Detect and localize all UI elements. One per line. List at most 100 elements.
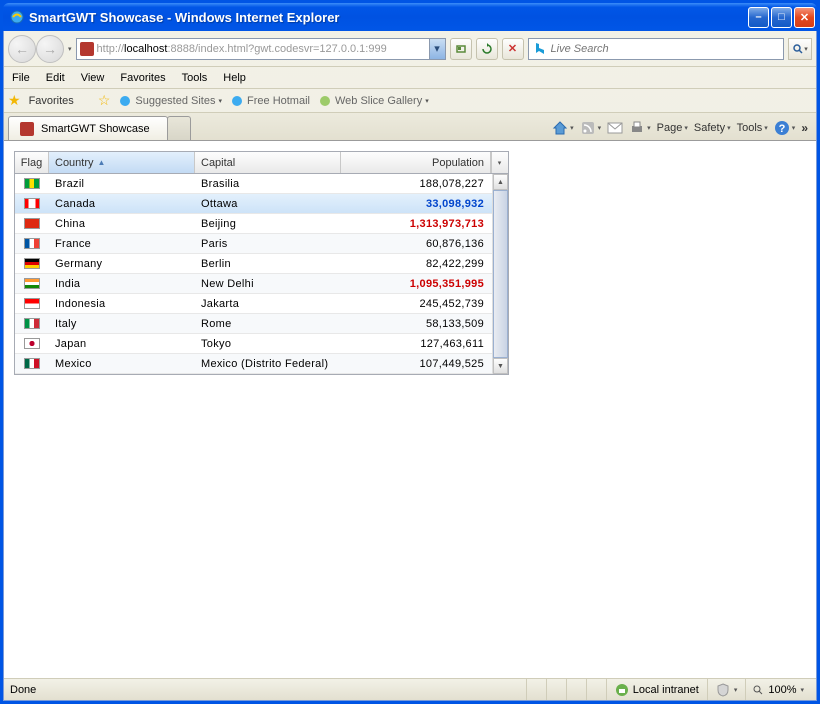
zoom-icon xyxy=(752,684,764,696)
scroll-down-button[interactable]: ▼ xyxy=(493,358,508,374)
add-favorite-icon[interactable]: ☆ xyxy=(98,92,111,109)
feeds-button[interactable]: ▾ xyxy=(580,120,602,136)
col-header-flag[interactable]: Flag xyxy=(15,152,49,173)
refresh-button[interactable] xyxy=(476,38,498,60)
back-button[interactable]: ← xyxy=(8,35,36,63)
table-row[interactable]: ChinaBeijing1,313,973,713 xyxy=(15,214,492,234)
menu-favorites[interactable]: Favorites xyxy=(120,72,165,84)
print-button[interactable]: ▾ xyxy=(629,120,651,136)
table-row[interactable]: JapanTokyo127,463,611 xyxy=(15,334,492,354)
favorites-star-icon[interactable]: ★ xyxy=(8,92,21,109)
flag-cell xyxy=(15,294,49,313)
flag-cell xyxy=(15,274,49,293)
flag-cell xyxy=(15,234,49,253)
ie-small-icon xyxy=(230,94,244,108)
table-row[interactable]: BrazilBrasilia188,078,227 xyxy=(15,174,492,194)
minimize-button[interactable]: – xyxy=(748,7,769,28)
nav-toolbar: ← → ▾ http://localhost:8888/index.html?g… xyxy=(4,31,816,67)
capital-cell: Mexico (Distrito Federal) xyxy=(195,354,341,373)
ie-small-icon xyxy=(118,94,132,108)
site-icon xyxy=(80,42,94,56)
population-cell: 1,313,973,713 xyxy=(341,214,491,233)
home-button[interactable]: ▾ xyxy=(552,120,574,136)
search-box[interactable] xyxy=(528,38,784,60)
address-bar[interactable]: http://localhost:8888/index.html?gwt.cod… xyxy=(76,38,446,60)
capital-cell: Rome xyxy=(195,314,341,333)
country-cell: Canada xyxy=(49,194,195,213)
zoom-control[interactable]: 100% ▾ xyxy=(745,679,810,700)
table-row[interactable]: IndiaNew Delhi1,095,351,995 xyxy=(15,274,492,294)
stop-button[interactable]: ✕ xyxy=(502,38,524,60)
window-title: SmartGWT Showcase - Windows Internet Exp… xyxy=(29,10,748,25)
capital-cell: Paris xyxy=(195,234,341,253)
address-text: http://localhost:8888/index.html?gwt.cod… xyxy=(97,43,429,55)
flag-icon xyxy=(24,358,40,369)
search-go-button[interactable]: ▾ xyxy=(788,38,812,60)
protected-mode[interactable]: ▾ xyxy=(707,679,746,700)
country-cell: India xyxy=(49,274,195,293)
close-button[interactable]: ✕ xyxy=(794,7,815,28)
col-header-population[interactable]: Population xyxy=(341,152,491,173)
population-cell: 82,422,299 xyxy=(341,254,491,273)
flag-icon xyxy=(24,318,40,329)
menu-file[interactable]: File xyxy=(12,72,30,84)
grid-scrollbar[interactable]: ▲ ▼ xyxy=(492,174,508,374)
capital-cell: Beijing xyxy=(195,214,341,233)
col-header-country[interactable]: Country▲ xyxy=(49,152,195,173)
population-cell: 60,876,136 xyxy=(341,234,491,253)
population-cell: 58,133,509 xyxy=(341,314,491,333)
table-row[interactable]: ItalyRome58,133,509 xyxy=(15,314,492,334)
grid-header-corner[interactable]: ▾ xyxy=(491,152,507,173)
tools-menu[interactable]: Tools ▾ xyxy=(737,122,768,134)
suggested-sites-link[interactable]: Suggested Sites ▾ xyxy=(118,94,222,108)
menu-bar: File Edit View Favorites Tools Help xyxy=(4,67,816,89)
safety-menu[interactable]: Safety ▾ xyxy=(694,122,731,134)
svg-text:?: ? xyxy=(778,123,785,135)
page-menu[interactable]: Page ▾ xyxy=(657,122,688,134)
country-cell: Germany xyxy=(49,254,195,273)
scroll-thumb[interactable] xyxy=(493,190,508,358)
flag-icon xyxy=(24,258,40,269)
country-cell: Indonesia xyxy=(49,294,195,313)
capital-cell: Brasilia xyxy=(195,174,341,193)
flag-cell xyxy=(15,354,49,373)
toolbar-overflow[interactable]: » xyxy=(801,121,808,135)
table-row[interactable]: CanadaOttawa33,098,932 xyxy=(15,194,492,214)
flag-icon xyxy=(24,178,40,189)
titlebar[interactable]: SmartGWT Showcase - Windows Internet Exp… xyxy=(3,3,817,31)
country-cell: France xyxy=(49,234,195,253)
ie-small-icon xyxy=(318,94,332,108)
free-hotmail-link[interactable]: Free Hotmail xyxy=(230,94,310,108)
web-slice-link[interactable]: Web Slice Gallery ▾ xyxy=(318,94,429,108)
table-row[interactable]: GermanyBerlin82,422,299 xyxy=(15,254,492,274)
menu-tools[interactable]: Tools xyxy=(182,72,208,84)
compat-button[interactable] xyxy=(450,38,472,60)
help-button[interactable]: ?▾ xyxy=(774,120,796,136)
search-input[interactable] xyxy=(551,43,783,55)
mail-button[interactable] xyxy=(607,121,623,135)
scroll-up-button[interactable]: ▲ xyxy=(493,174,508,190)
menu-view[interactable]: View xyxy=(81,72,105,84)
country-cell: Japan xyxy=(49,334,195,353)
col-header-capital[interactable]: Capital xyxy=(195,152,341,173)
nav-history-dropdown[interactable]: ▾ xyxy=(68,45,72,53)
status-text: Done xyxy=(10,684,526,696)
table-row[interactable]: FranceParis60,876,136 xyxy=(15,234,492,254)
table-row[interactable]: MexicoMexico (Distrito Federal)107,449,5… xyxy=(15,354,492,374)
capital-cell: Tokyo xyxy=(195,334,341,353)
address-dropdown[interactable]: ▾ xyxy=(429,39,445,59)
menu-help[interactable]: Help xyxy=(223,72,246,84)
tab-active[interactable]: SmartGWT Showcase xyxy=(8,116,168,140)
new-tab-button[interactable] xyxy=(167,116,191,140)
capital-cell: New Delhi xyxy=(195,274,341,293)
table-row[interactable]: IndonesiaJakarta245,452,739 xyxy=(15,294,492,314)
maximize-button[interactable]: □ xyxy=(771,7,792,28)
population-cell: 188,078,227 xyxy=(341,174,491,193)
favorites-label[interactable]: Favorites xyxy=(29,95,74,107)
population-cell: 107,449,525 xyxy=(341,354,491,373)
menu-edit[interactable]: Edit xyxy=(46,72,65,84)
security-zone[interactable]: Local intranet xyxy=(606,679,707,700)
forward-button[interactable]: → xyxy=(36,35,64,63)
flag-icon xyxy=(24,238,40,249)
country-cell: Mexico xyxy=(49,354,195,373)
